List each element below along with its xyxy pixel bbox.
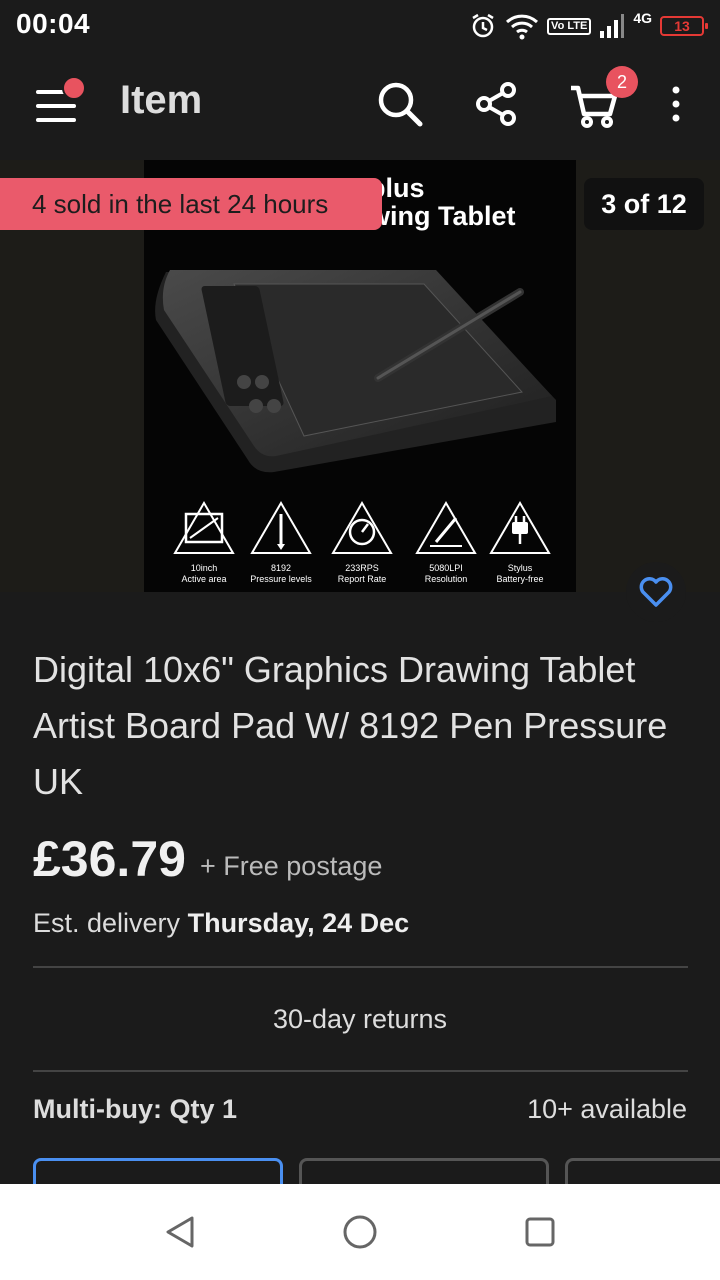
alarm-icon	[472, 13, 494, 38]
feature-resolution: 5080LPI Resolution	[406, 500, 486, 585]
cart-count-badge: 2	[606, 66, 638, 98]
battery-indicator: 13	[660, 16, 708, 36]
status-icons: Vo LTE 4G 13	[469, 8, 708, 44]
status-bar: 00:04 Vo LTE 4G 13	[0, 0, 720, 52]
signal-icon	[600, 14, 625, 38]
product-price: £36.79	[33, 831, 186, 887]
returns-policy[interactable]: 30-day returns	[0, 1004, 720, 1035]
cart-button[interactable]: 2	[566, 66, 638, 132]
gauge-icon	[331, 501, 393, 554]
network-type: 4G	[633, 10, 652, 26]
availability: 10+ available	[527, 1094, 687, 1124]
feature-report-rate: 233RPS Report Rate	[322, 500, 402, 585]
volte-badge: Vo LTE	[547, 17, 592, 35]
feature-label: Stylus Battery-free	[496, 563, 544, 584]
feature-battery-free: Stylus Battery-free	[480, 500, 560, 585]
feature-label: 5080LPI Resolution	[424, 563, 468, 584]
pen-icon	[250, 501, 312, 554]
more-vertical-icon	[672, 86, 680, 122]
status-time: 00:04	[16, 8, 91, 39]
watch-button[interactable]	[626, 562, 686, 622]
home-button[interactable]	[340, 1212, 380, 1252]
back-button[interactable]	[160, 1212, 200, 1252]
delivery-label: Est. delivery	[33, 908, 181, 938]
share-button[interactable]	[468, 76, 524, 132]
tablet-icon	[173, 501, 235, 554]
image-counter: 3 of 12	[584, 178, 704, 230]
share-icon	[476, 82, 516, 126]
feature-active-area: 10inch Active area	[164, 500, 244, 585]
notification-dot	[62, 76, 86, 100]
heart-icon	[639, 577, 673, 607]
feature-label: 8192 Pressure levels	[250, 563, 312, 584]
feature-label: 10inch Active area	[181, 563, 227, 584]
search-button[interactable]	[372, 76, 428, 132]
divider	[33, 1070, 688, 1072]
divider	[33, 966, 688, 968]
app-bar: Item 2	[0, 52, 720, 158]
multibuy-label: Multi-buy: Qty 1	[33, 1094, 237, 1124]
sold-count-banner: 4 sold in the last 24 hours	[0, 178, 382, 230]
menu-button[interactable]	[28, 76, 86, 132]
postage-info: + Free postage	[200, 851, 383, 881]
delivery-date: Thursday, 24 Dec	[187, 908, 410, 938]
wifi-icon	[506, 14, 539, 40]
system-nav-bar	[0, 1184, 720, 1280]
feature-pressure: 8192 Pressure levels	[241, 500, 321, 585]
home-circle-icon	[343, 1215, 377, 1249]
pen-nib-icon	[415, 501, 477, 554]
page-title: Item	[120, 78, 203, 122]
feature-label: 233RPS Report Rate	[337, 563, 387, 584]
recents-square-icon	[525, 1217, 555, 1247]
delivery-estimate: Est. delivery Thursday, 24 Dec	[33, 908, 409, 939]
more-options-button[interactable]	[648, 76, 704, 132]
product-title: Digital 10x6" Graphics Drawing Tablet Ar…	[33, 649, 668, 802]
plug-icon	[489, 501, 551, 554]
back-triangle-icon	[166, 1216, 194, 1248]
recents-button[interactable]	[520, 1212, 560, 1252]
search-icon	[378, 82, 423, 127]
